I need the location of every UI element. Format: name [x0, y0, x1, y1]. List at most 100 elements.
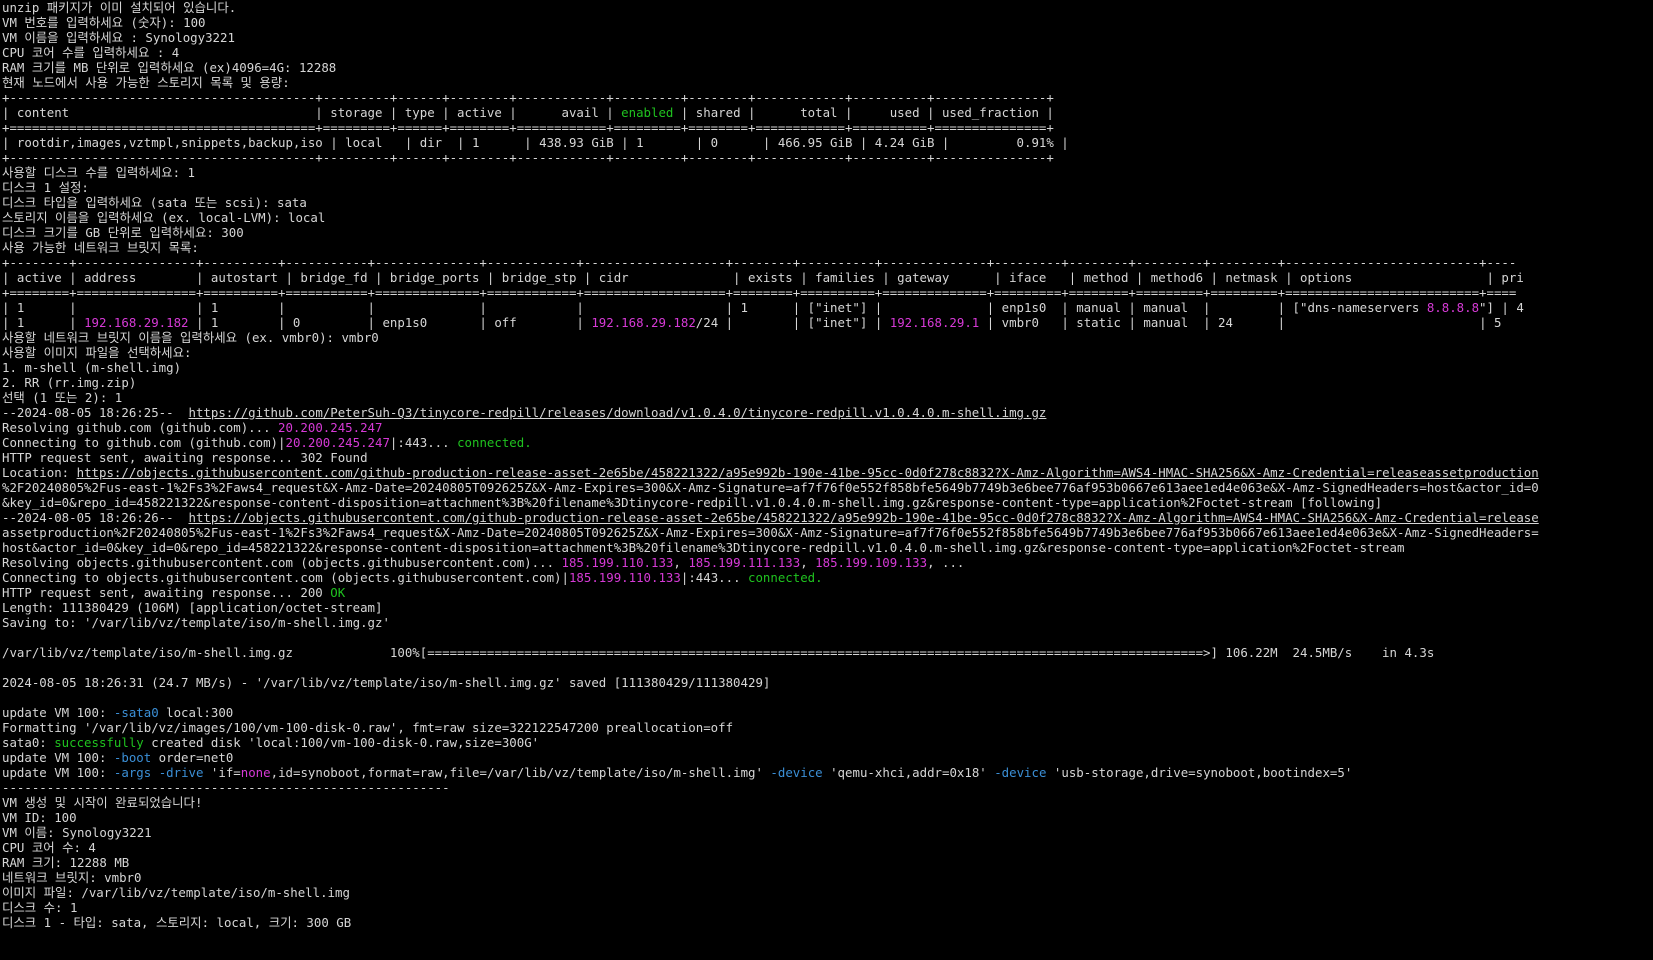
terminal-line: +========+================+==========+==…: [2, 285, 1653, 300]
terminal-text: 선택 (1 또는 2): 1: [2, 390, 123, 405]
terminal-text: -drive: [158, 765, 204, 780]
terminal-text: 'qemu-xhci,addr=0x18': [822, 765, 995, 780]
terminal-line: 디스크 1 - 타입: sata, 스토리지: local, 크기: 300 G…: [2, 915, 1653, 930]
terminal-text: Connecting to objects.githubusercontent.…: [2, 570, 569, 585]
terminal-line: HTTP request sent, awaiting response... …: [2, 585, 1653, 600]
terminal-text: 디스크 타입을 입력하세요 (sata 또는 scsi): sata: [2, 195, 307, 210]
terminal-text: 192.168.29.182: [84, 315, 189, 330]
terminal-link[interactable]: https://github.com/PeterSuh-Q3/tinycore-…: [189, 405, 1047, 420]
terminal-line: 사용할 이미지 파일을 선택하세요:: [2, 345, 1653, 360]
terminal-text: OK: [330, 585, 346, 600]
terminal-line: --2024-08-05 18:26:25-- https://github.c…: [2, 405, 1653, 420]
terminal-line: 2. RR (rr.img.zip): [2, 375, 1653, 390]
terminal-text: order=net0: [151, 750, 234, 765]
terminal-line: VM 이름: Synology3221: [2, 825, 1653, 840]
terminal-line: sata0: successfully created disk 'local:…: [2, 735, 1653, 750]
terminal-text: connected.: [748, 570, 823, 585]
terminal-text: 20.200.245.247: [278, 420, 383, 435]
terminal-text: HTTP request sent, awaiting response... …: [2, 450, 368, 465]
terminal-text: 8.8.8.8: [1426, 300, 1480, 315]
terminal-text: 185.199.110.133: [568, 570, 681, 585]
terminal-line: 디스크 1 설정:: [2, 180, 1653, 195]
terminal-line: | content | storage | type | active | av…: [2, 105, 1653, 120]
terminal-link[interactable]: https://objects.githubusercontent.com/gi…: [189, 510, 1539, 525]
terminal-line: +---------------------------------------…: [2, 150, 1653, 165]
terminal-text: 사용할 디스크 수를 입력하세요: 1: [2, 165, 195, 180]
terminal-text: -args: [113, 765, 152, 780]
terminal-text: 이미지 파일: /var/lib/vz/template/iso/m-shell…: [2, 885, 350, 900]
terminal-line: /var/lib/vz/template/iso/m-shell.img.gz …: [2, 645, 1653, 660]
terminal-text: | content | storage | type | active | av…: [2, 105, 622, 120]
terminal-line: Connecting to objects.githubusercontent.…: [2, 570, 1653, 585]
terminal-text: RAM 크기: 12288 MB: [2, 855, 130, 870]
terminal-text: | active | address | autostart | bridge_…: [2, 270, 1524, 285]
terminal-line: 사용할 네트워크 브릿지 이름을 입력하세요 (ex. vmbr0): vmbr…: [2, 330, 1653, 345]
terminal-text: ,id=synoboot,format=raw,file=/var/lib/vz…: [270, 765, 771, 780]
terminal-text: 185.199.111.133: [688, 555, 801, 570]
terminal-text: "] | 4: [1479, 300, 1524, 315]
terminal-line: Length: 111380429 (106M) [application/oc…: [2, 600, 1653, 615]
terminal-line: ----------------------------------------…: [2, 780, 1653, 795]
terminal-text: unzip 패키지가 이미 설치되어 있습니다.: [2, 0, 237, 15]
terminal-text: enabled: [621, 105, 674, 120]
terminal-line: 2024-08-05 18:26:31 (24.7 MB/s) - '/var/…: [2, 675, 1653, 690]
terminal-text: HTTP request sent, awaiting response... …: [2, 585, 331, 600]
terminal-text: local:300: [158, 705, 234, 720]
terminal-line: VM 번호를 입력하세요 (숫자): 100: [2, 15, 1653, 30]
terminal-text: 네트워크 브릿지: vmbr0: [2, 870, 142, 885]
terminal-text: Connecting to github.com (github.com)|: [2, 435, 286, 450]
terminal-line: 스토리지 이름을 입력하세요 (ex. local-LVM): local: [2, 210, 1653, 225]
terminal-text: /var/lib/vz/template/iso/m-shell.img.gz …: [2, 645, 1435, 660]
terminal-line: Resolving objects.githubusercontent.com …: [2, 555, 1653, 570]
terminal-text: +=======================================…: [2, 120, 1054, 135]
terminal-text: 디스크 1 설정:: [2, 180, 89, 195]
terminal-text: VM 이름을 입력하세요 : Synology3221: [2, 30, 235, 45]
terminal-output[interactable]: unzip 패키지가 이미 설치되어 있습니다. VM 번호를 입력하세요 (숫자…: [0, 0, 1653, 960]
terminal-text: | 1 | 0 | enp1s0 | off |: [188, 315, 592, 330]
terminal-line: VM ID: 100: [2, 810, 1653, 825]
terminal-text: Length: 111380429 (106M) [application/oc…: [2, 600, 383, 615]
terminal-text: 185.199.109.133: [815, 555, 928, 570]
terminal-text: | rootdir,images,vztmpl,snippets,backup,…: [2, 135, 1069, 150]
terminal-line: 사용 가능한 네트워크 브릿지 목록:: [2, 240, 1653, 255]
terminal-text: 192.168.29.182: [591, 315, 696, 330]
terminal-text: VM 번호를 입력하세요 (숫자): 100: [2, 15, 206, 30]
terminal-line: Resolving github.com (github.com)... 20.…: [2, 420, 1653, 435]
terminal-text: %2F20240805%2Fus-east-1%2Fs3%2Faws4_requ…: [2, 480, 1539, 495]
terminal-text: 현재 노드에서 사용 가능한 스토리지 목록 및 용량:: [2, 75, 290, 90]
terminal-text: /24 | | ["inet"] |: [695, 315, 890, 330]
terminal-text: Resolving github.com (github.com)...: [2, 420, 279, 435]
terminal-line: Location: https://objects.githubusercont…: [2, 465, 1653, 480]
terminal-line: | 1 | 192.168.29.182 | 1 | 0 | enp1s0 | …: [2, 315, 1653, 330]
terminal-text: | vmbr0 | static | manual | 24 | | 5: [979, 315, 1502, 330]
terminal-line: 현재 노드에서 사용 가능한 스토리지 목록 및 용량:: [2, 75, 1653, 90]
terminal-line: 선택 (1 또는 2): 1: [2, 390, 1653, 405]
terminal-text: 185.199.110.133: [561, 555, 674, 570]
terminal-link[interactable]: https://objects.githubusercontent.com/gi…: [77, 465, 1539, 480]
terminal-line: | active | address | autostart | bridge_…: [2, 270, 1653, 285]
terminal-text: |:443...: [389, 435, 458, 450]
terminal-text: 2024-08-05 18:26:31 (24.7 MB/s) - '/var/…: [2, 675, 771, 690]
terminal-line: Saving to: '/var/lib/vz/template/iso/m-s…: [2, 615, 1653, 630]
terminal-text: --2024-08-05 18:26:26--: [2, 510, 189, 525]
terminal-line: RAM 크기를 MB 단위로 입력하세요 (ex)4096=4G: 12288: [2, 60, 1653, 75]
terminal-line: +=======================================…: [2, 120, 1653, 135]
terminal-text: ,: [800, 555, 816, 570]
terminal-text: assetproduction%2F20240805%2Fus-east-1%2…: [2, 525, 1539, 540]
terminal-text: +---------------------------------------…: [2, 90, 1054, 105]
terminal-line: VM 이름을 입력하세요 : Synology3221: [2, 30, 1653, 45]
terminal-text: VM 생성 및 시작이 완료되었습니다!: [2, 795, 203, 810]
terminal-text: -device: [994, 765, 1047, 780]
terminal-text: RAM 크기를 MB 단위로 입력하세요 (ex)4096=4G: 12288: [2, 60, 337, 75]
terminal-text: ,: [673, 555, 689, 570]
terminal-line: update VM 100: -boot order=net0: [2, 750, 1653, 765]
terminal-line: 네트워크 브릿지: vmbr0: [2, 870, 1653, 885]
terminal-text: 'usb-storage,drive=synoboot,bootindex=5': [1046, 765, 1353, 780]
terminal-text: connected.: [457, 435, 532, 450]
terminal-line: | 1 | | 1 | | | | | 1 | ["inet"] | | enp…: [2, 300, 1653, 315]
terminal-text: update VM 100:: [2, 750, 114, 765]
terminal-line: 1. m-shell (m-shell.img): [2, 360, 1653, 375]
terminal-text: host&actor_id=0&key_id=0&repo_id=4582213…: [2, 540, 1405, 555]
